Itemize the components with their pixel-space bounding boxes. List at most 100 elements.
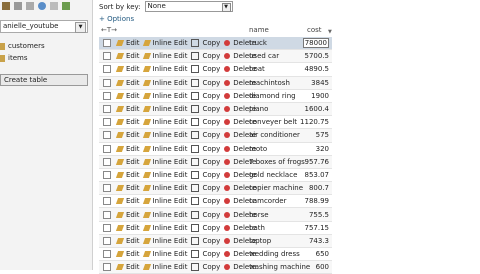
- copy-link[interactable]: Copy: [191, 39, 220, 48]
- inline-edit-link[interactable]: Inline Edit: [142, 211, 187, 219]
- copy-link[interactable]: Copy: [191, 197, 220, 206]
- copy-link[interactable]: Copy: [191, 78, 220, 87]
- edit-link[interactable]: Edit: [115, 184, 140, 192]
- row-checkbox[interactable]: [103, 91, 111, 100]
- cell-cost[interactable]: 650: [316, 250, 329, 258]
- edit-link[interactable]: Edit: [115, 105, 140, 113]
- row-checkbox[interactable]: [103, 52, 111, 61]
- cell-name[interactable]: machintosh: [249, 79, 290, 87]
- copy-link[interactable]: Copy: [191, 157, 220, 166]
- cell-name[interactable]: washing machine: [249, 263, 310, 271]
- inline-edit-link[interactable]: Inline Edit: [142, 92, 187, 100]
- sidebar-table-customers[interactable]: customers: [0, 42, 45, 50]
- cell-cost[interactable]: 1600.4: [305, 105, 330, 113]
- copy-link[interactable]: Copy: [191, 131, 220, 140]
- copy-link[interactable]: Copy: [191, 52, 220, 61]
- create-table-button[interactable]: Create table: [0, 74, 88, 86]
- row-checkbox[interactable]: [103, 250, 111, 259]
- edit-link[interactable]: Edit: [115, 250, 140, 258]
- edit-link[interactable]: Edit: [115, 92, 140, 100]
- inline-edit-link[interactable]: Inline Edit: [142, 131, 187, 139]
- exit-icon[interactable]: [14, 2, 22, 10]
- copy-link[interactable]: Copy: [191, 170, 220, 179]
- edit-link[interactable]: Edit: [115, 158, 140, 166]
- options-link[interactable]: + Options: [99, 15, 134, 23]
- sort-select[interactable]: None ▼: [144, 1, 233, 12]
- row-checkbox[interactable]: [103, 184, 111, 193]
- copy-link[interactable]: Copy: [191, 184, 220, 193]
- edit-link[interactable]: Edit: [115, 263, 140, 271]
- cell-name[interactable]: laptop: [249, 237, 271, 245]
- copy-link[interactable]: Copy: [191, 91, 220, 100]
- edit-link[interactable]: Edit: [115, 237, 140, 245]
- cell-name[interactable]: truck: [249, 39, 267, 47]
- row-checkbox[interactable]: [103, 223, 111, 232]
- edit-link[interactable]: Edit: [115, 211, 140, 219]
- copy-link[interactable]: Copy: [191, 65, 220, 74]
- cell-cost[interactable]: 3845: [311, 79, 329, 87]
- copy-link[interactable]: Copy: [191, 144, 220, 153]
- copy-link[interactable]: Copy: [191, 118, 220, 127]
- inline-edit-link[interactable]: Inline Edit: [142, 145, 187, 153]
- copy-link[interactable]: Copy: [191, 210, 220, 219]
- copy-link[interactable]: Copy: [191, 263, 220, 272]
- cell-name[interactable]: diamond ring: [249, 92, 296, 100]
- cell-name[interactable]: bath: [249, 224, 265, 232]
- cell-cost[interactable]: 320: [316, 145, 329, 153]
- inline-edit-link[interactable]: Inline Edit: [142, 237, 187, 245]
- copy-link[interactable]: Copy: [191, 250, 220, 259]
- edit-link[interactable]: Edit: [115, 171, 140, 179]
- copy-link[interactable]: Copy: [191, 223, 220, 232]
- home-icon[interactable]: [2, 2, 10, 10]
- cell-name[interactable]: moto: [249, 145, 267, 153]
- cell-cost[interactable]: 957.76: [305, 158, 330, 166]
- inline-edit-link[interactable]: Inline Edit: [142, 250, 187, 258]
- row-checkbox[interactable]: [103, 105, 111, 114]
- cell-name[interactable]: camcorder: [249, 197, 286, 205]
- column-header-name[interactable]: name: [249, 26, 269, 34]
- row-checkbox[interactable]: [103, 263, 111, 272]
- column-header-cost[interactable]: cost: [307, 26, 322, 34]
- help-icon[interactable]: [38, 2, 46, 10]
- sql-icon[interactable]: [26, 2, 34, 10]
- edit-link[interactable]: Edit: [115, 79, 140, 87]
- row-checkbox[interactable]: [103, 39, 111, 48]
- edit-link[interactable]: Edit: [115, 131, 140, 139]
- edit-link[interactable]: Edit: [115, 224, 140, 232]
- cell-cost[interactable]: 78000: [302, 38, 329, 49]
- cell-cost[interactable]: 1900: [311, 92, 329, 100]
- inline-edit-link[interactable]: Inline Edit: [142, 224, 187, 232]
- row-checkbox[interactable]: [103, 118, 111, 127]
- inline-edit-link[interactable]: Inline Edit: [142, 65, 187, 73]
- cell-cost[interactable]: 788.99: [305, 197, 330, 205]
- edit-link[interactable]: Edit: [115, 118, 140, 126]
- inline-edit-link[interactable]: Inline Edit: [142, 263, 187, 271]
- cell-name[interactable]: boat: [249, 65, 265, 73]
- row-checkbox[interactable]: [103, 131, 111, 140]
- sidebar-table-items[interactable]: items: [0, 54, 27, 62]
- cell-cost[interactable]: 5700.5: [305, 52, 330, 60]
- cell-cost[interactable]: 755.5: [309, 211, 329, 219]
- cell-cost[interactable]: 575: [316, 131, 329, 139]
- cell-name[interactable]: air conditioner: [249, 131, 300, 139]
- cell-name[interactable]: gold necklace: [249, 171, 297, 179]
- inline-edit-link[interactable]: Inline Edit: [142, 79, 187, 87]
- row-checkbox[interactable]: [103, 144, 111, 153]
- edit-link[interactable]: Edit: [115, 197, 140, 205]
- edit-link[interactable]: Edit: [115, 52, 140, 60]
- row-checkbox[interactable]: [103, 236, 111, 245]
- cell-cost[interactable]: 743.3: [309, 237, 329, 245]
- cell-name[interactable]: 7 boxes of frogs: [249, 158, 305, 166]
- copy-link[interactable]: Copy: [191, 105, 220, 114]
- inline-edit-link[interactable]: Inline Edit: [142, 118, 187, 126]
- inline-edit-link[interactable]: Inline Edit: [142, 197, 187, 205]
- database-select[interactable]: anielle_youtube ▼: [0, 20, 88, 33]
- cell-name[interactable]: wedding dress: [249, 250, 300, 258]
- cell-cost[interactable]: 1120.75: [300, 118, 329, 126]
- cell-cost[interactable]: 600: [316, 263, 329, 271]
- cell-cost[interactable]: 757.15: [305, 224, 330, 232]
- cell-cost[interactable]: 4890.5: [305, 65, 330, 73]
- reload-icon[interactable]: [62, 2, 70, 10]
- cell-name[interactable]: conveyer belt: [249, 118, 297, 126]
- edit-link[interactable]: Edit: [115, 39, 140, 47]
